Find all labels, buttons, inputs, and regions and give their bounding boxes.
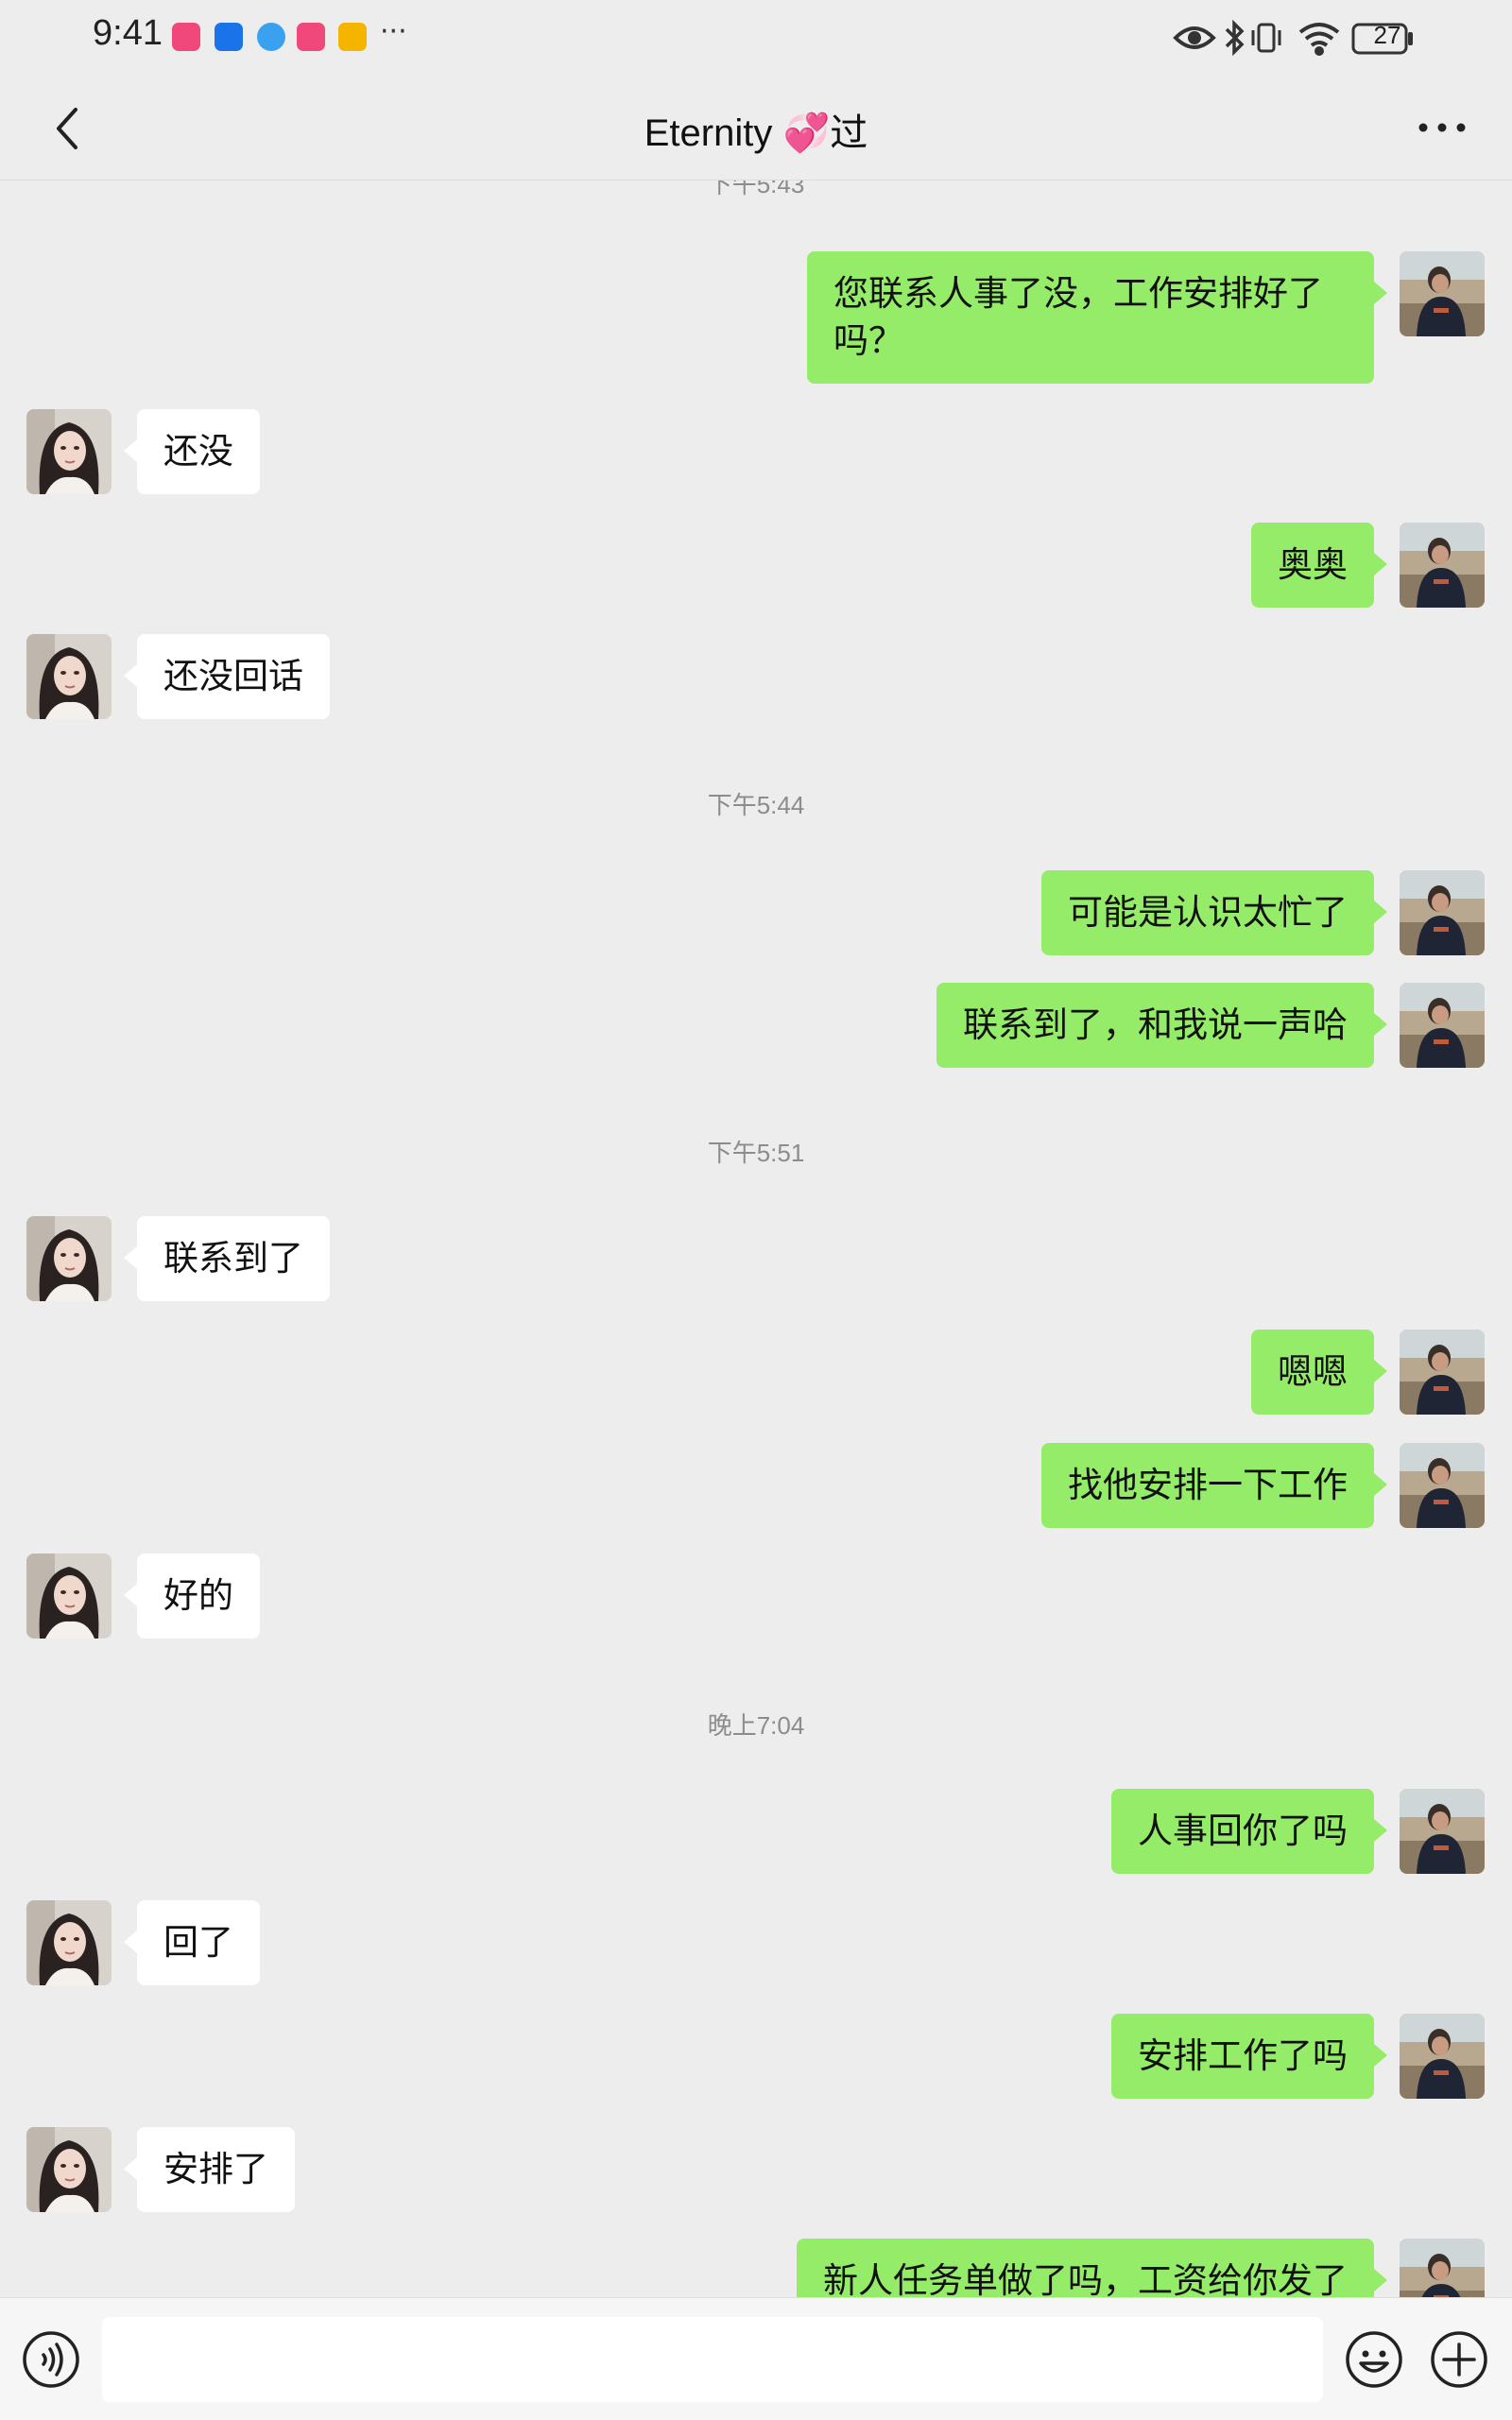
contact-avatar[interactable] [26,1216,112,1301]
vibrate-icon [1251,23,1281,53]
my-avatar[interactable] [1400,1789,1485,1874]
voice-input-icon[interactable] [21,2329,81,2390]
my-avatar[interactable] [1400,1443,1485,1528]
message-list[interactable]: 下午5:43 您联系人事了没，工作安排好了吗？ 还没奥奥还没回话下午5:44 可能是认… [0,180,1512,2297]
status-time: 9:41 [93,13,163,53]
my-avatar[interactable] [1400,251,1485,336]
notification-shop-icon [172,23,200,51]
bluetooth-icon [1225,19,1245,57]
notification-video-icon [338,23,367,51]
received-message-bubble[interactable]: 联系到了 [124,1216,330,1301]
sent-message-bubble[interactable]: 可能是认识太忙了 [1041,870,1387,955]
timestamp: 下午5:43 [707,180,805,198]
timestamp: 下午5:44 [707,791,805,819]
my-avatar[interactable] [1400,2014,1485,2099]
input-bar [0,2297,1512,2420]
contact-avatar[interactable] [26,1553,112,1639]
status-bar: 9:41 ··· 27 [0,0,1512,76]
sent-message-bubble[interactable]: 联系到了，和我说一声哈 [936,983,1387,1068]
emoji-icon[interactable] [1344,2329,1404,2390]
contact-avatar[interactable] [26,2127,112,2212]
my-avatar[interactable] [1400,1330,1485,1415]
sent-message-bubble[interactable]: 新人任务单做了吗，工资给你发了 [797,2239,1387,2297]
received-message-bubble[interactable]: 好的 [124,1553,260,1639]
my-avatar[interactable] [1400,870,1485,955]
contact-avatar[interactable] [26,1900,112,1985]
sent-message-bubble[interactable]: 找他安排一下工作 [1041,1443,1387,1528]
sent-message-bubble[interactable]: 您联系人事了没，工作安排好了吗？ [807,251,1387,384]
notification-shop2-icon [297,23,325,51]
my-avatar[interactable] [1400,523,1485,608]
sent-message-bubble[interactable]: 嗯嗯 [1251,1330,1387,1415]
more-dots-icon[interactable] [1414,104,1470,151]
notification-cloud-icon [215,23,243,51]
received-message-bubble[interactable]: 安排了 [124,2127,295,2212]
message-input[interactable] [102,2317,1323,2402]
my-avatar[interactable] [1400,2239,1485,2297]
contact-avatar[interactable] [26,634,112,719]
sent-message-bubble[interactable]: 奥奥 [1251,523,1387,608]
eye-icon [1173,26,1216,49]
my-avatar[interactable] [1400,983,1485,1068]
add-plus-icon[interactable] [1429,2329,1489,2390]
received-message-bubble[interactable]: 回了 [124,1900,260,1985]
contact-avatar[interactable] [26,409,112,494]
chat-title: Eternity 💞过 [644,112,868,154]
timestamp: 晚上7:04 [707,1711,805,1740]
more-notifications-icon: ··· [380,15,407,48]
sent-message-bubble[interactable]: 安排工作了吗 [1111,2014,1387,2099]
wifi-icon [1298,23,1340,56]
notification-browser-icon [257,23,285,51]
chat-header: Eternity 💞过 [0,76,1512,180]
received-message-bubble[interactable]: 还没 [124,409,260,494]
battery-level: 27 [1373,21,1401,49]
received-message-bubble[interactable]: 还没回话 [124,634,330,719]
timestamp: 下午5:51 [707,1139,805,1167]
sent-message-bubble[interactable]: 人事回你了吗 [1111,1789,1387,1874]
